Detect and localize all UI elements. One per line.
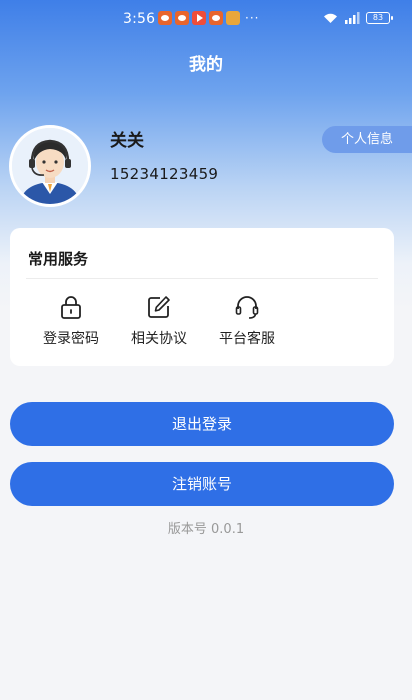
service-label: 登录密码	[43, 331, 99, 347]
service-label: 平台客服	[219, 331, 275, 347]
version-text: 版本号 0.0.1	[167, 522, 245, 537]
battery-icon: 83	[366, 12, 393, 24]
notification-icons: ···	[158, 11, 259, 25]
edit-icon	[119, 294, 199, 320]
customer-service-avatar-icon	[12, 128, 88, 204]
service-item-customer-service[interactable]: 平台客服	[207, 294, 287, 348]
weibo-icon	[158, 11, 172, 25]
headset-icon	[207, 294, 287, 320]
play-icon	[192, 11, 206, 25]
user-name: 关关	[110, 131, 144, 151]
service-item-login-password[interactable]: 登录密码	[31, 294, 111, 348]
status-bar: 3:56 ··· 83	[0, 0, 412, 38]
service-label: 相关协议	[131, 331, 187, 347]
wifi-icon	[323, 12, 338, 24]
weibo-icon	[209, 11, 223, 25]
weibo-icon	[175, 11, 189, 25]
services-card: 常用服务 登录密码 相关协议 平台客服	[10, 228, 394, 366]
service-item-agreements[interactable]: 相关协议	[119, 294, 199, 348]
status-indicators: 83	[323, 12, 393, 24]
divider	[26, 278, 378, 279]
avatar[interactable]	[9, 125, 91, 207]
cancel-account-button[interactable]: 注销账号	[10, 462, 394, 506]
user-phone: 15234123459	[110, 165, 219, 183]
profile-info-button[interactable]: 个人信息	[322, 126, 412, 153]
page-title: 我的	[189, 55, 223, 75]
logout-button[interactable]: 退出登录	[10, 402, 394, 446]
lock-icon	[31, 294, 111, 320]
signal-icon	[344, 12, 360, 24]
picture-icon	[226, 11, 240, 25]
services-title: 常用服务	[28, 250, 89, 268]
more-notifications-icon: ···	[245, 11, 260, 25]
status-time: 3:56	[123, 11, 156, 27]
